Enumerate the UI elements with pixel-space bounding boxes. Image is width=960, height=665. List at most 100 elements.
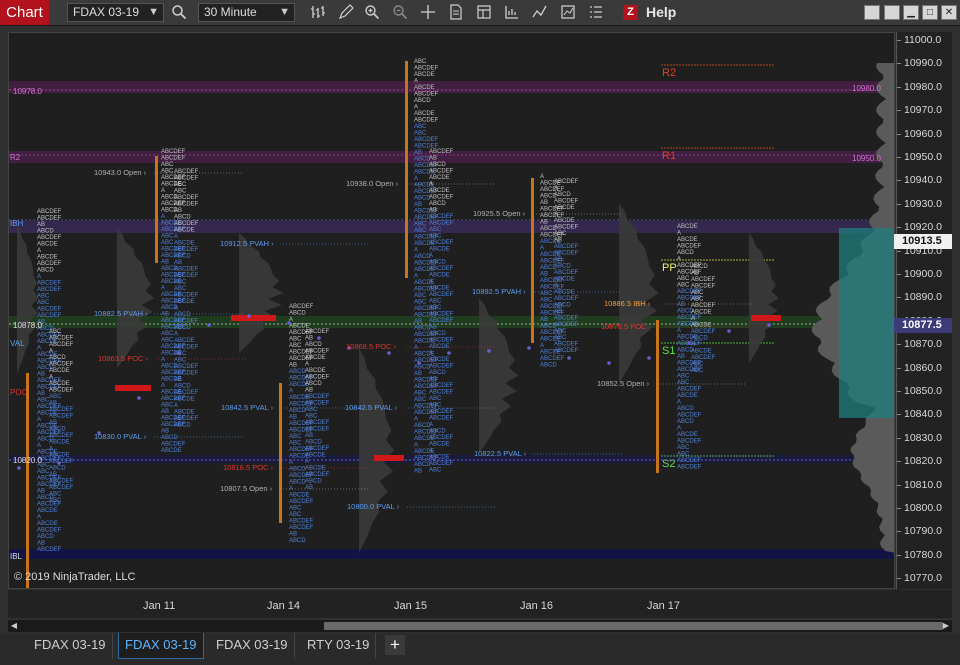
strategies-icon[interactable] bbox=[503, 4, 521, 22]
tpo-letters: ABCD bbox=[174, 254, 191, 260]
price-axis-label: 11000.0 bbox=[904, 34, 942, 46]
minimize-icon[interactable]: ▁ bbox=[903, 5, 919, 20]
tab-fdax-3[interactable]: FDAX 03-19 bbox=[210, 633, 295, 659]
time-axis[interactable]: Jan 11 Jan 14 Jan 15 Jan 16 Jan 17 bbox=[8, 590, 952, 618]
price-chart-panel[interactable]: ABCDEF ABCDEF AB ABCD ABCDEF ABCDE A ABCDE ABCDE… bbox=[8, 32, 895, 589]
tpo-letters: A bbox=[540, 343, 544, 349]
data-box-icon[interactable] bbox=[559, 4, 577, 22]
minimize-icon[interactable] bbox=[864, 5, 880, 20]
tpo-letters: ABCD bbox=[429, 370, 446, 376]
add-tab-button[interactable]: + bbox=[385, 635, 405, 655]
tpo-letters: ABCDEF bbox=[174, 176, 199, 182]
price-axis[interactable]: 11000.0 10990.0 10980.0 10970.0 10960.0 10950… bbox=[896, 32, 952, 589]
search-icon[interactable] bbox=[170, 4, 188, 22]
tab-rty[interactable]: RTY 03-19 bbox=[301, 633, 377, 659]
scroll-left-icon[interactable]: ◀ bbox=[8, 620, 20, 632]
tpo-letters: ABCD bbox=[305, 342, 322, 348]
profile-annotation: 10868.5 POC › bbox=[346, 342, 397, 351]
bar-type-icon[interactable] bbox=[309, 4, 327, 22]
pencil-icon[interactable] bbox=[337, 4, 355, 22]
tpo-letters: ABCDEF bbox=[49, 479, 74, 485]
pivot-s1-label: S1 bbox=[662, 345, 675, 357]
tpo-letters: AB bbox=[161, 429, 169, 435]
help-button[interactable]: Help bbox=[646, 4, 676, 20]
tpo-letters: ABCDEF bbox=[49, 485, 74, 491]
tpo-letters: ABC bbox=[677, 283, 690, 289]
tpo-letters: ABCDEF bbox=[429, 240, 454, 246]
tpo-letters: A bbox=[49, 446, 53, 452]
tpo-letters: ABCDEF bbox=[677, 315, 702, 321]
tpo-letters: ABCDE bbox=[37, 242, 58, 248]
price-axis-label: 10950.0 bbox=[904, 151, 942, 163]
vwap-dot bbox=[287, 321, 291, 325]
tpo-letters: A bbox=[414, 79, 418, 85]
tpo-letters: ABCDEF bbox=[174, 247, 199, 253]
tpo-letters: A bbox=[677, 231, 681, 237]
interval-selector[interactable]: 30 Minute ▼ bbox=[198, 3, 295, 22]
tab-fdax-active[interactable]: FDAX 03-19 bbox=[118, 633, 204, 659]
tab-fdax-1[interactable]: FDAX 03-19 bbox=[28, 633, 113, 659]
vwap-dot bbox=[607, 361, 611, 365]
zoom-in-icon[interactable] bbox=[363, 4, 381, 22]
instrument-value: FDAX 03-19 bbox=[73, 5, 140, 19]
zoom-out-icon[interactable] bbox=[391, 4, 409, 22]
tpo-letters: AB bbox=[289, 532, 297, 538]
tpo-letters: ABCDEF bbox=[677, 387, 702, 393]
tpo-letters: ABCD bbox=[305, 381, 322, 387]
tpo-letters: ABCD bbox=[429, 260, 446, 266]
scroll-thumb[interactable] bbox=[324, 622, 943, 630]
indicators-icon[interactable] bbox=[531, 4, 549, 22]
tpo-letters: A bbox=[37, 515, 41, 521]
z-logo-icon[interactable]: Z bbox=[623, 5, 638, 20]
tpo-letters: A bbox=[429, 351, 433, 357]
tpo-letters: ABCDEF bbox=[305, 329, 330, 335]
price-axis-tick bbox=[897, 461, 901, 463]
level-label-ibh-left: IBH bbox=[10, 219, 24, 228]
price-axis-label: 10820.0 bbox=[904, 455, 942, 468]
close-icon[interactable]: ✕ bbox=[941, 5, 957, 20]
list-icon[interactable] bbox=[587, 4, 605, 22]
tpo-letters: ABCD bbox=[289, 467, 306, 473]
vwap-dot bbox=[247, 314, 251, 318]
level-label-val-left: VAL bbox=[10, 339, 25, 348]
crosshair-icon[interactable] bbox=[419, 4, 437, 22]
chart-title[interactable]: Chart bbox=[0, 0, 49, 25]
maximize-icon[interactable]: □ bbox=[922, 5, 938, 20]
instrument-selector[interactable]: FDAX 03-19 ▼ bbox=[67, 3, 164, 22]
chart-window: Chart FDAX 03-19 ▼ 30 Minute ▼ Z Help ▁ … bbox=[0, 0, 960, 665]
tpo-letters: ABC bbox=[289, 337, 302, 343]
properties-icon[interactable] bbox=[447, 4, 465, 22]
tpo-letters: ABCDEF bbox=[161, 442, 186, 448]
tpo-letters: ABCD bbox=[305, 440, 322, 446]
price-axis-tick bbox=[897, 531, 901, 533]
price-axis-tick bbox=[897, 414, 901, 416]
tpo-letters: ABCDEF bbox=[174, 273, 199, 279]
tpo-letters: A bbox=[174, 403, 178, 409]
tpo-letters: A bbox=[37, 274, 41, 280]
price-axis-label: 10840.0 bbox=[904, 408, 942, 421]
horizontal-scrollbar[interactable]: ◀ ▶ bbox=[8, 619, 952, 632]
tpo-letters: ABCDEF bbox=[174, 319, 199, 325]
tpo-letters: ABCDEF bbox=[49, 414, 74, 420]
restore-icon[interactable] bbox=[884, 5, 900, 20]
tpo-letters: ABCDE bbox=[174, 241, 195, 247]
tpo-letters: AB bbox=[49, 472, 57, 478]
tpo-letters: A bbox=[554, 186, 558, 192]
initial-balance-bar bbox=[279, 383, 282, 523]
tpo-letters: ABCDE bbox=[691, 310, 712, 316]
tpo-letters: ABCD bbox=[289, 408, 306, 414]
tpo-letters: AB bbox=[305, 336, 313, 342]
market-profile-chart: ABCDEFABCDEFABABCDABCDEFABCDEAABCDEABCDE… bbox=[9, 59, 894, 588]
tpo-letters: ABCDE bbox=[429, 273, 450, 279]
tpo-letters: ABCDEF bbox=[677, 458, 702, 464]
tpo-letters: ABCDEF bbox=[429, 461, 454, 467]
tpo-letters: ABC bbox=[691, 290, 704, 296]
vwap-dot bbox=[687, 341, 691, 345]
price-axis-label: 10990.0 bbox=[904, 57, 942, 70]
initial-balance-bar bbox=[656, 320, 659, 473]
tpo-letters: ABCDEF bbox=[305, 472, 330, 478]
scroll-right-icon[interactable]: ▶ bbox=[940, 620, 952, 632]
templates-icon[interactable] bbox=[475, 4, 493, 22]
price-axis-label: 10970.0 bbox=[904, 104, 942, 117]
tpo-letters: ABC bbox=[414, 131, 427, 137]
